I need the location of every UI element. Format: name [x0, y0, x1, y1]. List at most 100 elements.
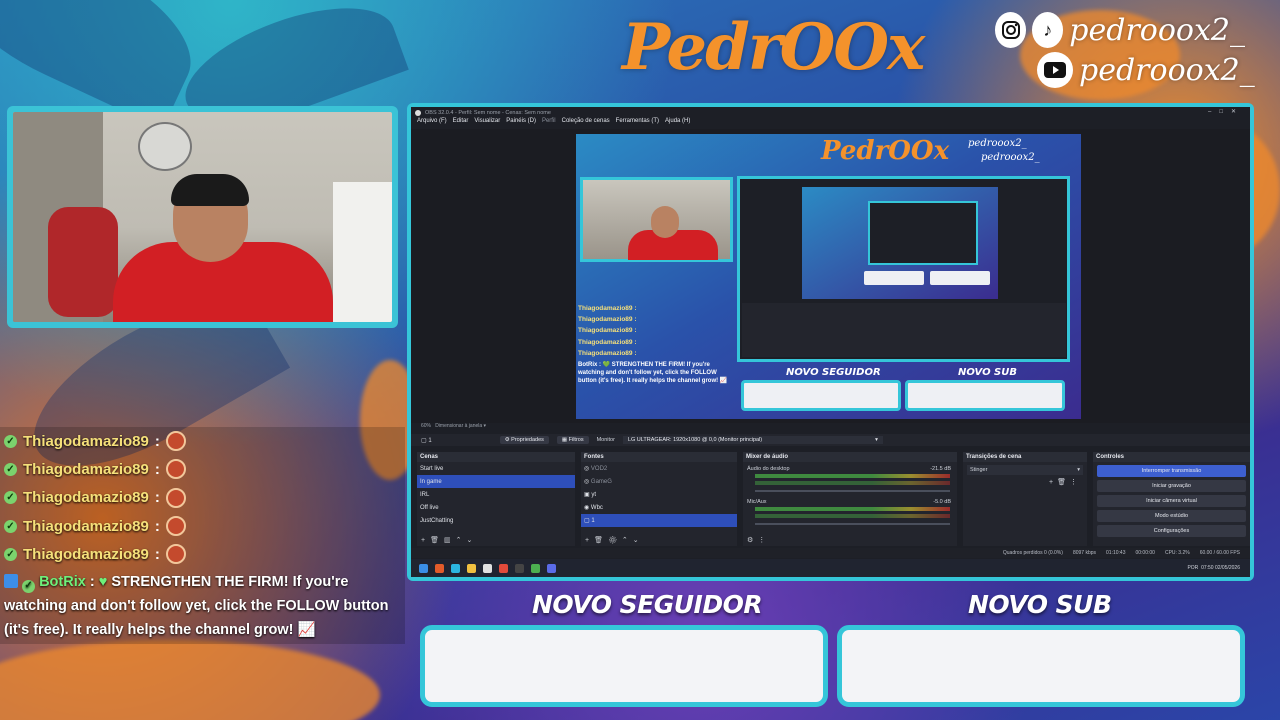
preview-logo: PedrOOx — [821, 136, 950, 166]
sources-dock: Fontes ◎ VOD2 ◎ GameG ▣ yt ◉ Wbc ▢ 1 +🗑⚙… — [581, 452, 737, 546]
source-item[interactable]: ◎ GameG — [581, 475, 737, 488]
system-tray: POR 07:50 02/05/2026 — [1187, 565, 1240, 571]
scene-item[interactable]: In game — [417, 475, 575, 488]
menu-file[interactable]: Arquivo (F) — [417, 118, 447, 124]
preview-chat-line: Thiagodamazio89 : — [578, 327, 637, 334]
chat-message: ✓ Thiagodamazio89 : — [0, 511, 405, 541]
preview-sub-box — [905, 380, 1065, 411]
obs-taskbar-icon[interactable] — [515, 563, 524, 573]
preview-follower-box — [741, 380, 901, 411]
preview-webcam — [580, 177, 733, 262]
scene-item[interactable]: JustChatting — [417, 514, 575, 527]
sub-alert-box — [837, 625, 1245, 707]
studio-mode-button[interactable]: Modo estúdio — [1097, 510, 1246, 522]
edge-icon[interactable] — [451, 563, 460, 573]
obs-status-bar: Quadros perdidos 0 (0.0%) 8097 kbps 01:1… — [411, 548, 1250, 558]
menu-help[interactable]: Ajuda (H) — [665, 118, 690, 124]
bot-message: ✓ BotRix : ♥ STRENGTHEN THE FIRM! If you… — [0, 568, 405, 645]
start-recording-button[interactable]: Iniciar gravação — [1097, 480, 1246, 492]
rec-time: 00:00:00 — [1135, 550, 1155, 556]
follower-alert-label: NOVO SEGUIDOR — [532, 590, 763, 619]
mixer-channel-name: Mic/Aux — [747, 499, 767, 505]
sources-actions[interactable]: +🗑⚙⌃⌄ — [585, 536, 644, 544]
verified-icon: ✓ — [4, 519, 17, 533]
transition-select[interactable]: Stinger ▾ — [967, 465, 1083, 475]
monitor-select[interactable]: LG ULTRAGEAR: 1920x1080 @ 0,0 (Monitor p… — [622, 436, 883, 444]
menu-profile[interactable]: Perfil — [542, 118, 556, 124]
cam-fan — [138, 122, 192, 171]
virtual-camera-button[interactable]: Iniciar câmera virtual — [1097, 495, 1246, 507]
bot-username: BotRix — [39, 574, 86, 591]
cpu-usage: CPU: 3.2% — [1164, 550, 1190, 556]
transitions-dock: Transições de cena Stinger ▾ +🗑⋮ — [963, 452, 1087, 546]
scene-item[interactable]: Off live — [417, 501, 575, 514]
preview-chat-line: Thiagodamazio89 : — [578, 339, 637, 346]
transitions-title: Transições de cena — [963, 452, 1087, 462]
desktop-audio-meter-r — [755, 481, 950, 485]
social-row-top: ♪ pedrooox2_ — [995, 12, 1245, 48]
mixer-channel-db: -5.0 dB — [933, 499, 951, 505]
bitrate: 8097 kbps — [1072, 550, 1097, 556]
menu-edit[interactable]: Editar — [453, 118, 469, 124]
social-row-bottom: pedrooox2_ — [1037, 52, 1280, 88]
folder-icon[interactable] — [467, 563, 476, 573]
emote-icon — [165, 516, 186, 537]
zoom-bar[interactable]: 60% Dimensionar à janela ▾ — [421, 423, 486, 429]
desktop-volume-slider[interactable] — [755, 490, 950, 492]
social-handle-bottom: pedrooox2_ — [1079, 52, 1255, 88]
brave-icon[interactable] — [499, 563, 508, 573]
scene-item[interactable]: IRL — [417, 488, 575, 501]
preview-follower-label: NOVO SEGUIDOR — [786, 367, 881, 378]
source-toolbar: ▢ 1 ⚙ Propriedades ▦ Filtros Monitor LG … — [411, 434, 1250, 446]
scene-item[interactable]: Start live — [417, 462, 575, 475]
menu-view[interactable]: Visualizar — [474, 118, 500, 124]
chat-username: Thiagodamazio89 — [23, 432, 149, 450]
preview-chat-line: Thiagodamazio89 : — [578, 305, 637, 312]
settings-button[interactable]: Configurações — [1097, 525, 1246, 537]
source-indicator: ▢ 1 — [421, 437, 432, 444]
preview-handle-bottom: pedrooox2_ — [981, 152, 1040, 163]
source-item[interactable]: ▣ yt — [581, 488, 737, 501]
instagram-icon — [995, 12, 1027, 48]
chat-username: Thiagodamazio89 — [23, 517, 149, 535]
source-item[interactable]: ▢ 1 — [581, 514, 737, 527]
sub-alert-label: NOVO SUB — [968, 590, 1112, 619]
menu-tools[interactable]: Ferramentas (T) — [616, 118, 659, 124]
app-icon[interactable] — [435, 563, 444, 573]
chat-message: ✓ Thiagodamazio89 : — [0, 455, 405, 484]
obs-window: OBS 32.0.4 - Perfil: Sem nome - Cenas: S… — [411, 107, 1250, 577]
source-item[interactable]: ◉ Wbc — [581, 501, 737, 514]
stream-preview[interactable]: PedrOOx pedrooox2_ pedrooox2_ Thiagodama… — [576, 134, 1081, 419]
scenes-actions[interactable]: +🗑▥⌃⌄ — [421, 536, 477, 544]
mic-volume-slider[interactable] — [755, 523, 950, 525]
monitor-label: Monitor — [596, 437, 615, 443]
store-icon[interactable] — [483, 563, 492, 573]
source-item[interactable]: ◎ VOD2 — [581, 462, 737, 475]
preview-sub-label: NOVO SUB — [958, 367, 1018, 378]
chrome-icon[interactable] — [531, 563, 540, 573]
transition-actions[interactable]: +🗑⋮ — [1049, 478, 1081, 486]
youtube-icon — [1037, 52, 1073, 88]
menu-scene-collection[interactable]: Coleção de cenas — [562, 118, 610, 124]
audio-mixer-dock: Mixer de áudio Áudio do desktop -21.5 dB… — [743, 452, 957, 546]
emote-icon — [165, 459, 186, 480]
emote-icon — [165, 431, 186, 452]
chat-overlay: ✓ Thiagodamazio89 : ✓ Thiagodamazio89 : … — [0, 427, 405, 645]
mixer-actions[interactable]: ⚙⋮ — [747, 536, 770, 544]
window-controls[interactable]: –□✕ — [1208, 108, 1244, 115]
chat-message: ✓ Thiagodamazio89 : — [0, 540, 405, 569]
properties-button[interactable]: ⚙ Propriedades — [499, 436, 549, 444]
filters-button[interactable]: ▦ Filtros — [556, 436, 589, 444]
windows-taskbar: POR 07:50 02/05/2026 — [411, 559, 1250, 577]
menu-docks[interactable]: Painéis (D) — [506, 118, 536, 124]
preview-nested-obs — [737, 176, 1070, 362]
webcam-frame — [7, 106, 398, 328]
start-icon[interactable] — [419, 563, 428, 573]
stop-streaming-button[interactable]: Interromper transmissão — [1097, 465, 1246, 477]
follower-alert-box — [420, 625, 828, 707]
discord-icon[interactable] — [547, 563, 556, 573]
emote-icon — [165, 487, 186, 508]
obs-app-icon — [415, 110, 421, 116]
screen-capture-frame: OBS 32.0.4 - Perfil: Sem nome - Cenas: S… — [407, 103, 1254, 581]
green-heart-icon: ♥ — [98, 574, 108, 591]
